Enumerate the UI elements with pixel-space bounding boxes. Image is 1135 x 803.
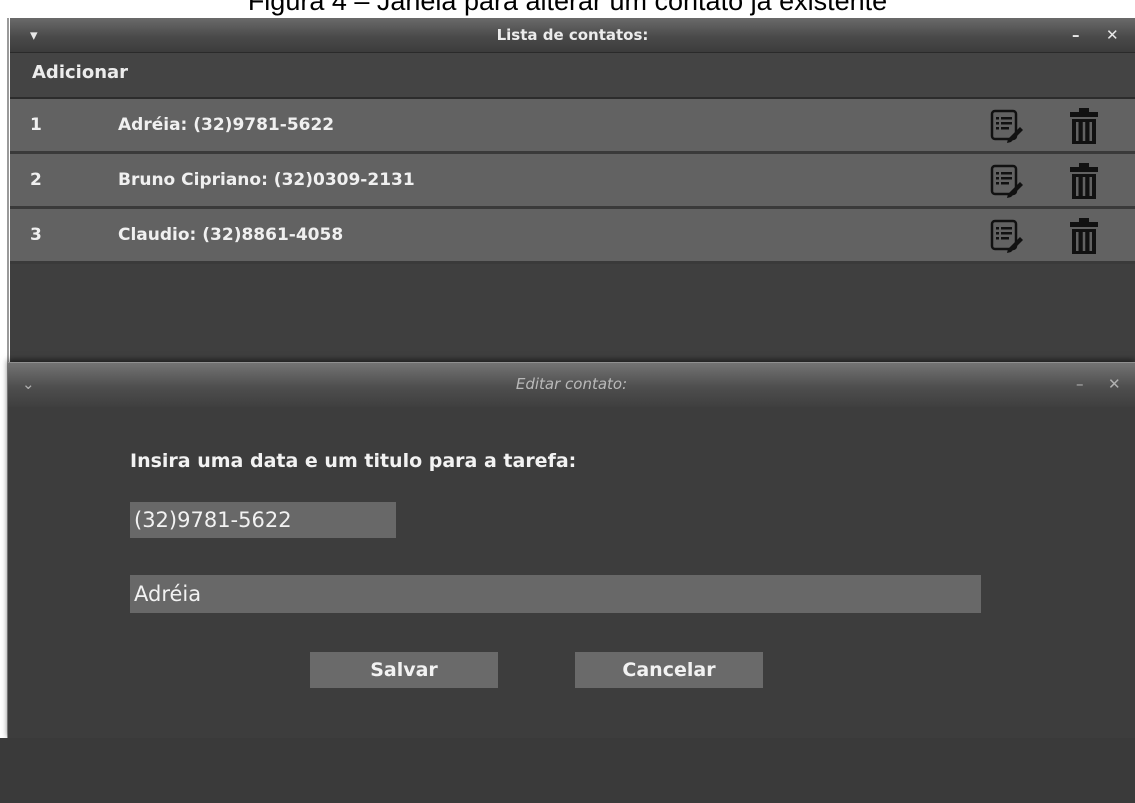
name-input[interactable]	[130, 575, 981, 613]
contact-index: 3	[30, 225, 42, 245]
edit-prompt-label: Insira uma data e um titulo para a taref…	[130, 450, 577, 472]
figure-caption-text: Figura 4 – Janela para alterar um contat…	[247, 0, 888, 16]
edit-icon[interactable]	[990, 164, 1024, 198]
edit-icon[interactable]	[990, 109, 1024, 143]
trash-icon[interactable]	[1066, 162, 1102, 200]
dialog-minimize-icon[interactable]: –	[1076, 363, 1084, 405]
contact-text: Adréia: (32)9781-5622	[118, 115, 335, 135]
dialog-close-icon[interactable]: ✕	[1108, 363, 1121, 405]
contacts-window-title: Lista de contatos:	[496, 26, 649, 44]
contact-list: 1 Adréia: (32)9781-5622 2 Bruno Cipriano…	[10, 99, 1135, 264]
add-menu-item[interactable]: Adicionar	[32, 53, 128, 93]
contact-row[interactable]: 2 Bruno Cipriano: (32)0309-2131	[10, 154, 1135, 209]
phone-input[interactable]	[130, 502, 396, 538]
edit-icon[interactable]	[990, 219, 1024, 253]
contacts-window-titlebar[interactable]: ▾ Lista de contatos: – ✕	[10, 18, 1135, 53]
contact-row[interactable]: 3 Claudio: (32)8861-4058	[10, 209, 1135, 264]
edit-dialog-titlebar[interactable]: ⌄ Editar contato: – ✕	[8, 362, 1135, 407]
cancel-button[interactable]: Cancelar	[575, 652, 763, 688]
minimize-icon[interactable]: –	[1072, 18, 1080, 52]
contact-row[interactable]: 1 Adréia: (32)9781-5622	[10, 99, 1135, 154]
trash-icon[interactable]	[1066, 107, 1102, 145]
edit-dialog-title: Editar contato:	[515, 375, 628, 393]
figure-caption: Figura 4 – Janela para alterar um contat…	[0, 0, 1135, 18]
main-window-empty-area	[0, 738, 1135, 803]
edit-contact-dialog: ⌄ Editar contato: – ✕ Insira uma data e …	[8, 362, 1135, 739]
save-button[interactable]: Salvar	[310, 652, 498, 688]
contact-text: Claudio: (32)8861-4058	[118, 225, 344, 245]
contact-text: Bruno Cipriano: (32)0309-2131	[118, 170, 415, 190]
close-icon[interactable]: ✕	[1106, 18, 1119, 52]
trash-icon[interactable]	[1066, 217, 1102, 255]
menu-bar: Adicionar	[10, 53, 1135, 99]
contact-index: 1	[30, 115, 42, 135]
contact-index: 2	[30, 170, 42, 190]
